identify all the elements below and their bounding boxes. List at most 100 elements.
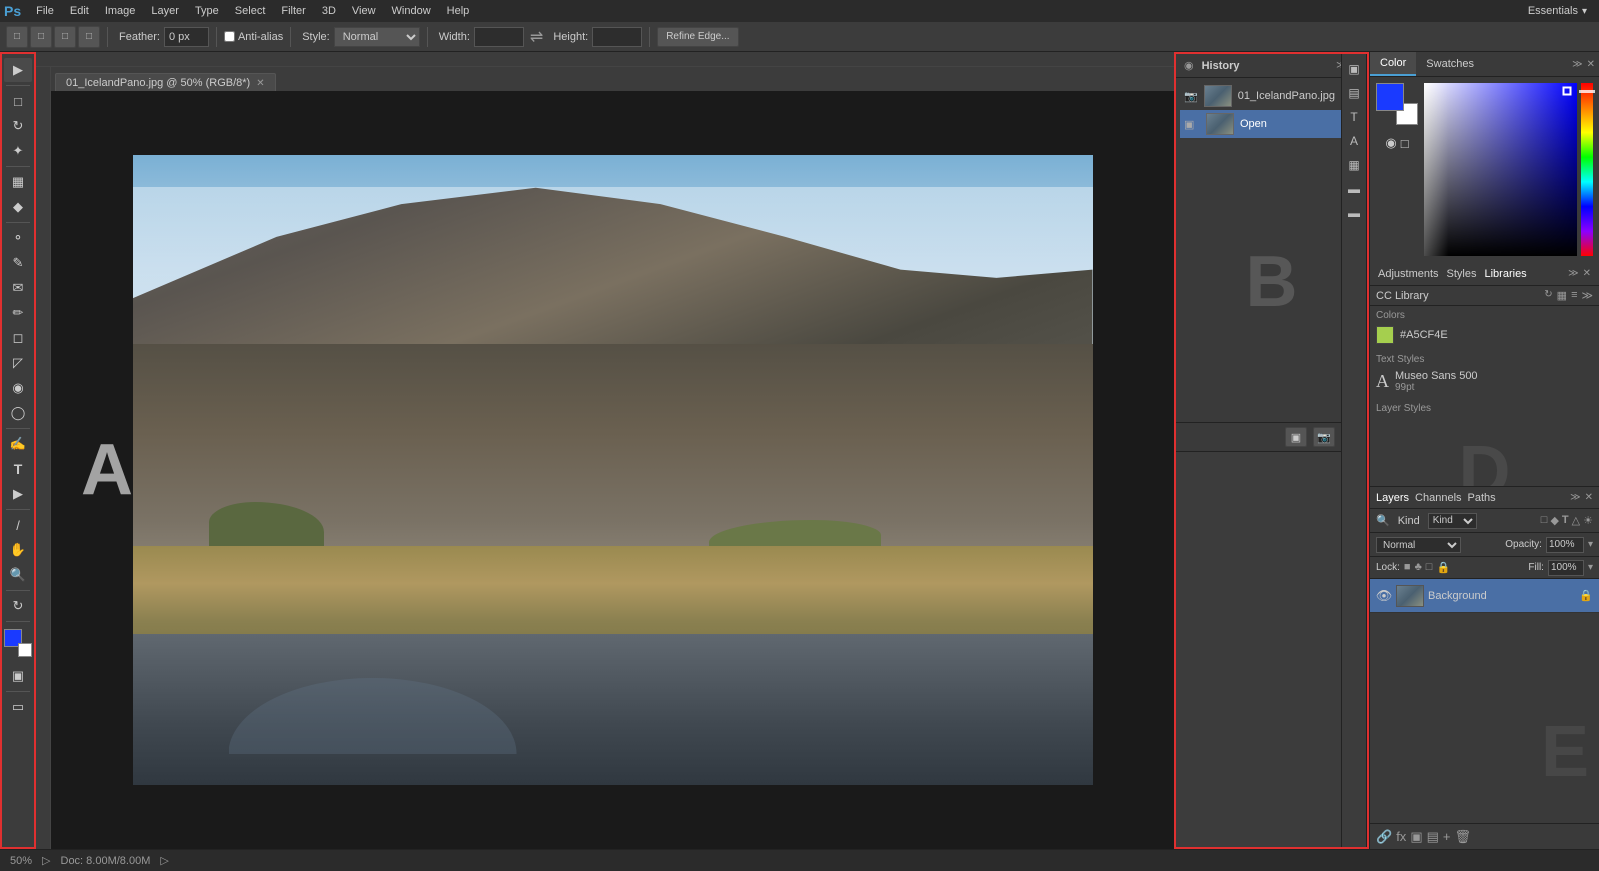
refine-edge-button[interactable]: Refine Edge... [657, 27, 738, 47]
rect-marquee-icon[interactable]: □ [6, 26, 28, 48]
hand-tool[interactable]: ✋ [4, 538, 32, 562]
swatches-tab[interactable]: Swatches [1416, 52, 1484, 76]
layers-mask-icon[interactable]: ▣ [1410, 829, 1422, 845]
feather-input[interactable] [164, 27, 209, 47]
blur-tool[interactable]: ◉ [4, 376, 32, 400]
crop-tool[interactable]: ▦ [4, 170, 32, 194]
history-snapshot-item[interactable]: 📷 01_IcelandPano.jpg [1180, 82, 1363, 110]
icon-subtract[interactable]: □ [78, 26, 100, 48]
canvas-tab[interactable]: 01_IcelandPano.jpg @ 50% (RGB/8*) ✕ [55, 73, 276, 91]
quick-mask-tool[interactable]: ▣ [4, 664, 32, 688]
lib-list-icon[interactable]: ≡ [1571, 289, 1577, 302]
vert-tool-5[interactable]: ▦ [1343, 154, 1365, 176]
path-select-tool[interactable]: ▶ [4, 482, 32, 506]
menu-file[interactable]: File [29, 3, 61, 19]
icon-new-layer[interactable]: □ [30, 26, 52, 48]
color-spectrum[interactable] [1424, 83, 1577, 256]
lasso-tool[interactable]: ↻ [4, 114, 32, 138]
color-tab[interactable]: Color [1370, 52, 1416, 76]
filter-type-icon[interactable]: T [1562, 514, 1569, 527]
fill-options-icon[interactable]: ▾ [1588, 562, 1593, 573]
layer-background[interactable]: 👁 Background 🔒 [1370, 579, 1599, 613]
lock-pixels-icon[interactable]: ■ [1404, 561, 1411, 574]
vert-tool-1[interactable]: ▣ [1343, 58, 1365, 80]
lib-grid-icon[interactable]: ▦ [1557, 289, 1567, 302]
menu-layer[interactable]: Layer [144, 3, 186, 19]
lib-sync-icon[interactable]: ↻ [1544, 289, 1552, 302]
fill-input[interactable] [1548, 560, 1584, 576]
icon-intersect[interactable]: □ [54, 26, 76, 48]
vert-tool-3[interactable]: T [1343, 106, 1365, 128]
background-color[interactable] [18, 643, 32, 657]
layers-tab[interactable]: Layers [1376, 492, 1409, 504]
layers-close-icon[interactable]: ✕ [1585, 492, 1593, 503]
menu-help[interactable]: Help [440, 3, 477, 19]
type-tool[interactable]: T [4, 457, 32, 481]
gradient-tool[interactable]: ◸ [4, 351, 32, 375]
vert-tool-6[interactable]: ▬ [1343, 178, 1365, 200]
filter-smart-icon[interactable]: ☀ [1583, 514, 1593, 527]
screen-mode-tool[interactable]: ▭ [4, 695, 32, 719]
marquee-tool[interactable]: □ [4, 89, 32, 113]
history-new-snapshot[interactable]: ▣ [1285, 427, 1307, 447]
eyedropper-tool[interactable]: ◆ [4, 195, 32, 219]
layers-fx-icon[interactable]: fx [1396, 829, 1406, 844]
lock-all-icon[interactable]: 🔒 [1436, 561, 1450, 574]
layers-kind-select[interactable]: Kind Name Effect Mode [1428, 513, 1477, 529]
opacity-options-icon[interactable]: ▾ [1588, 539, 1593, 550]
move-tool[interactable]: ▶ [4, 58, 32, 82]
canvas-workspace[interactable]: A [51, 91, 1174, 849]
healing-tool[interactable]: ⚬ [4, 226, 32, 250]
styles-tab[interactable]: Styles [1447, 268, 1477, 280]
vert-tool-2[interactable]: ▤ [1343, 82, 1365, 104]
zoom-tool[interactable]: 🔍 [4, 563, 32, 587]
canvas-tab-close[interactable]: ✕ [256, 78, 264, 89]
filter-pixel-icon[interactable]: □ [1541, 514, 1548, 527]
menu-3d[interactable]: 3D [315, 3, 343, 19]
width-input[interactable] [474, 27, 524, 47]
color-close-btn[interactable]: ✕ [1587, 59, 1595, 70]
height-input[interactable] [592, 27, 642, 47]
color-square-icon[interactable]: □ [1401, 136, 1409, 151]
adjustments-tab[interactable]: Adjustments [1378, 268, 1439, 280]
quick-select-tool[interactable]: ✦ [4, 139, 32, 163]
swap-icon[interactable]: ⇌ [528, 27, 545, 47]
history-open-item[interactable]: ▣ Open [1180, 110, 1363, 138]
menu-select[interactable]: Select [228, 3, 273, 19]
dodge-tool[interactable]: ◯ [4, 401, 32, 425]
opacity-input[interactable] [1546, 537, 1584, 553]
history-snapshot-icon[interactable]: ◉ [1184, 59, 1194, 72]
history-camera-btn[interactable]: 📷 [1313, 427, 1335, 447]
lock-artboard-icon[interactable]: □ [1426, 561, 1433, 574]
workspace-arrow[interactable]: ▾ [1582, 6, 1587, 17]
layers-link-icon[interactable]: 🔗 [1376, 829, 1392, 845]
color-menu-btn[interactable]: ≫ [1572, 59, 1582, 70]
lib-close-icon[interactable]: ✕ [1583, 268, 1591, 279]
status-nav-arrow[interactable]: ▷ [42, 854, 50, 867]
lock-position-icon[interactable]: ♣ [1415, 561, 1422, 574]
vert-tool-4[interactable]: A [1343, 130, 1365, 152]
blend-mode-select[interactable]: Normal Dissolve Multiply [1376, 537, 1461, 553]
color-picker-icon[interactable]: ◉ [1385, 135, 1396, 151]
lib-options-icon[interactable]: ≫ [1581, 289, 1593, 302]
menu-edit[interactable]: Edit [63, 3, 96, 19]
filter-shape-icon[interactable]: △ [1572, 514, 1580, 527]
status-forward-arrow[interactable]: ▷ [160, 854, 168, 867]
line-tool[interactable]: / [4, 513, 32, 537]
layers-new-icon[interactable]: + [1443, 829, 1451, 844]
hue-strip[interactable] [1581, 83, 1593, 256]
lib-menu-icon[interactable]: ≫ [1568, 268, 1578, 279]
menu-filter[interactable]: Filter [274, 3, 312, 19]
libraries-tab[interactable]: Libraries [1485, 268, 1527, 280]
history-brush-tool[interactable]: ✏ [4, 301, 32, 325]
channels-tab[interactable]: Channels [1415, 492, 1461, 504]
filter-adj-icon[interactable]: ◆ [1550, 514, 1558, 527]
style-select[interactable]: Normal Fixed Ratio Fixed Size [334, 27, 420, 47]
brush-tool[interactable]: ✎ [4, 251, 32, 275]
layer-vis-icon[interactable]: 👁 [1376, 588, 1392, 604]
paths-tab[interactable]: Paths [1468, 492, 1496, 504]
antialias-checkbox[interactable] [224, 31, 235, 42]
fg-color-swatch[interactable] [1376, 83, 1404, 111]
eraser-tool[interactable]: ◻ [4, 326, 32, 350]
menu-window[interactable]: Window [385, 3, 438, 19]
